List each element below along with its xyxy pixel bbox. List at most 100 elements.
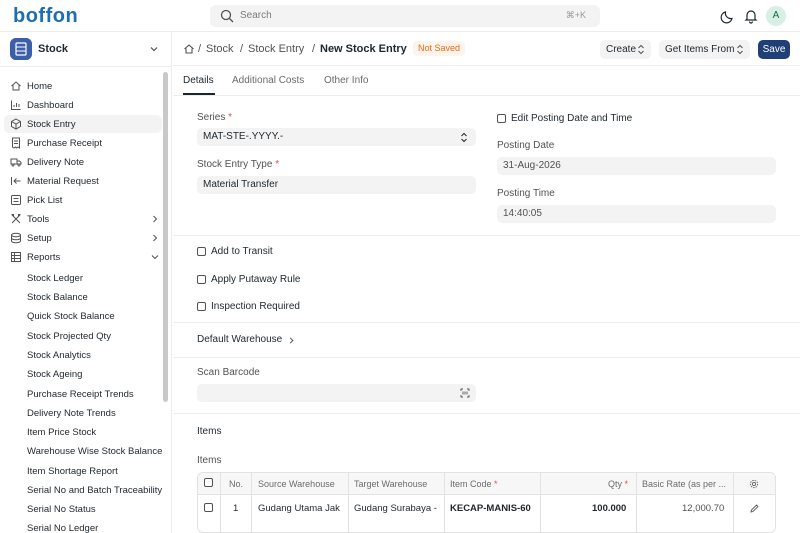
sort-icon: [638, 44, 644, 55]
row-basic-rate[interactable]: 12,000.70: [682, 503, 724, 514]
breadcrumb-separator: /: [240, 43, 244, 55]
page-header: / Stock / Stock Entry / New Stock Entry …: [173, 32, 800, 66]
sidebar-scrollbar[interactable]: [163, 72, 168, 402]
create-button-label: Create: [606, 44, 637, 55]
row-qty[interactable]: 100.000: [592, 503, 626, 514]
series-label: Series *: [197, 112, 233, 123]
bell-icon[interactable]: [743, 8, 759, 24]
tab-additional-costs[interactable]: Additional Costs: [232, 75, 304, 86]
row-item-code[interactable]: KECAP-MANIS-60: [450, 503, 538, 514]
apply-putaway-checkbox[interactable]: [197, 275, 206, 284]
items-table: No. Source Warehouse Target Warehouse It…: [197, 472, 776, 533]
sidebar-item-material-request[interactable]: Material Request: [4, 172, 162, 190]
edit-icon[interactable]: [750, 504, 759, 513]
inspection-required-checkbox[interactable]: [197, 302, 206, 311]
report-link[interactable]: Serial No Status: [27, 504, 96, 515]
report-link[interactable]: Warehouse Wise Stock Balance: [27, 446, 162, 457]
add-to-transit-label: Add to Transit: [211, 246, 273, 257]
posting-date-field[interactable]: 31-Aug-2026: [497, 157, 776, 175]
row-target-warehouse[interactable]: Gudang Surabaya -: [354, 503, 442, 514]
add-to-transit-checkbox[interactable]: [197, 247, 206, 256]
workspace-switcher[interactable]: Stock: [10, 38, 166, 60]
report-link[interactable]: Item Price Stock: [27, 427, 96, 438]
report-link[interactable]: Stock Ageing: [27, 369, 82, 380]
sort-icon: [461, 132, 467, 143]
sidebar-item-home[interactable]: Home: [4, 77, 162, 95]
sidebar: Stock Home Dashboard Stock Entry Purchas…: [0, 32, 172, 533]
chevron-right-icon: [153, 215, 158, 223]
sidebar-item-setup[interactable]: Setup: [4, 229, 162, 247]
row-checkbox[interactable]: [204, 503, 213, 512]
gear-icon[interactable]: [749, 479, 759, 489]
edit-posting-label: Edit Posting Date and Time: [511, 113, 633, 124]
sidebar-item-tools[interactable]: Tools: [4, 210, 162, 228]
tab-details[interactable]: Details: [183, 75, 214, 86]
default-warehouse-toggle[interactable]: Default Warehouse: [197, 334, 307, 348]
tab-other-info[interactable]: Other Info: [324, 75, 368, 86]
col-basic-rate: Basic Rate (as per ...: [642, 479, 727, 489]
barcode-scan-icon[interactable]: [460, 388, 470, 398]
sort-icon: [737, 44, 743, 55]
series-value: MAT-STE-.YYYY.-: [203, 131, 284, 142]
report-link[interactable]: Quick Stock Balance: [27, 311, 115, 322]
sidebar-item-label: Dashboard: [27, 100, 74, 111]
col-no: No.: [229, 479, 244, 489]
sidebar-item-stock-entry[interactable]: Stock Entry: [4, 115, 162, 133]
report-link[interactable]: Stock Projected Qty: [27, 331, 111, 342]
active-tab-indicator: [183, 93, 215, 95]
breadcrumb-stock-entry[interactable]: Stock Entry: [248, 43, 304, 55]
sidebar-item-dashboard[interactable]: Dashboard: [4, 96, 162, 114]
home-icon[interactable]: [183, 43, 195, 55]
sidebar-item-delivery-note[interactable]: Delivery Note: [4, 153, 162, 171]
inspection-required-label: Inspection Required: [211, 301, 300, 312]
sidebar-item-label: Tools: [27, 214, 50, 225]
report-link[interactable]: Delivery Note Trends: [27, 408, 116, 419]
section-divider: [173, 235, 800, 236]
posting-time-field[interactable]: 14:40:05: [497, 205, 776, 223]
chevron-down-icon: [151, 255, 159, 260]
create-button[interactable]: Create: [600, 40, 651, 59]
chevron-down-icon: [150, 47, 158, 52]
user-avatar[interactable]: A: [766, 6, 786, 26]
stock-entry-type-field[interactable]: Material Transfer: [197, 176, 476, 194]
report-link[interactable]: Purchase Receipt Trends: [27, 389, 134, 400]
col-qty: Qty *: [608, 479, 629, 489]
search-shortcut: ⌘+K: [565, 10, 586, 20]
get-items-from-button[interactable]: Get Items From: [659, 40, 750, 59]
save-button[interactable]: Save: [758, 40, 790, 59]
receipt-icon: [12, 137, 20, 149]
sidebar-item-label: Pick List: [27, 195, 63, 206]
sidebar-item-purchase-receipt[interactable]: Purchase Receipt: [4, 134, 162, 152]
tools-icon: [11, 214, 21, 224]
report-link[interactable]: Stock Analytics: [27, 350, 91, 361]
report-link[interactable]: Serial No Ledger: [27, 523, 98, 533]
app-logo[interactable]: boffon: [13, 5, 78, 28]
breadcrumb-stock[interactable]: Stock: [206, 43, 234, 55]
scan-barcode-input[interactable]: [197, 384, 476, 402]
sidebar-item-label: Purchase Receipt: [27, 138, 102, 149]
search-placeholder: Search: [240, 10, 272, 21]
sidebar-item-pick-list[interactable]: Pick List: [4, 191, 162, 209]
table-icon: [11, 252, 21, 262]
truck-icon: [10, 158, 22, 167]
series-select[interactable]: MAT-STE-.YYYY.-: [197, 128, 476, 146]
row-source-warehouse[interactable]: Gudang Utama Jak: [258, 503, 346, 514]
edit-posting-checkbox[interactable]: [497, 114, 506, 123]
moon-icon[interactable]: [720, 8, 736, 24]
workspace-name: Stock: [38, 43, 68, 55]
form-tabs: Details Additional Costs Other Info: [173, 66, 800, 96]
report-link[interactable]: Item Shortage Report: [27, 466, 118, 477]
arrow-left-bar-icon: [11, 177, 21, 185]
report-link[interactable]: Stock Ledger: [27, 273, 83, 284]
select-all-checkbox[interactable]: [204, 478, 213, 487]
sidebar-item-label: Material Request: [27, 176, 99, 187]
report-link[interactable]: Serial No and Batch Traceability: [27, 485, 162, 496]
box-icon: [11, 118, 21, 130]
sidebar-item-reports[interactable]: Reports: [4, 248, 162, 266]
report-link[interactable]: Stock Balance: [27, 292, 88, 303]
search-bar[interactable]: Search ⌘+K: [210, 5, 600, 27]
breadcrumb-separator: /: [312, 43, 316, 55]
warehouse-icon: [10, 38, 32, 60]
get-items-label: Get Items From: [665, 44, 735, 55]
sidebar-item-label: Home: [27, 81, 53, 92]
